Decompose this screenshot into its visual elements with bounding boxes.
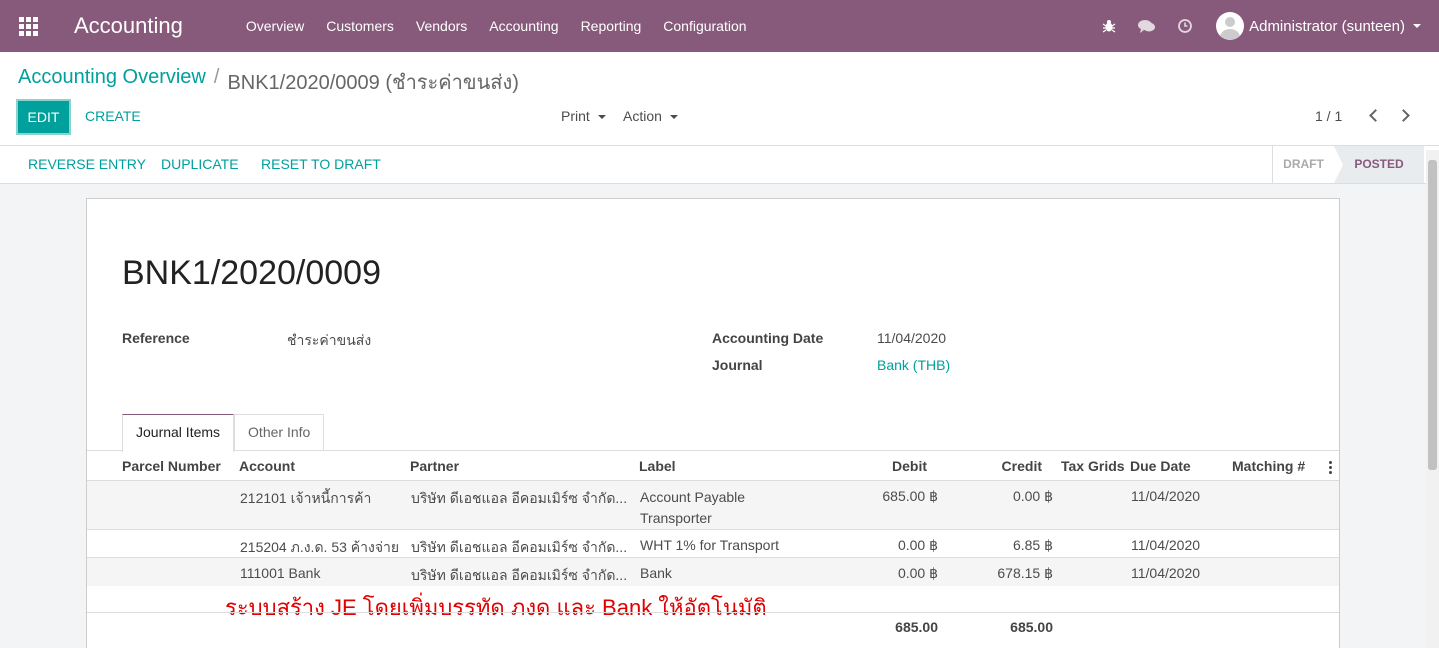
col-parcel-number[interactable]: Parcel Number	[122, 458, 221, 474]
optional-columns-icon[interactable]	[1329, 461, 1333, 476]
col-debit[interactable]: Debit	[867, 458, 927, 474]
form-view: BNK1/2020/0009 Reference ชำระค่าขนส่ง Ac…	[0, 184, 1439, 648]
menu-overview[interactable]: Overview	[235, 0, 315, 52]
col-credit[interactable]: Credit	[982, 458, 1042, 474]
col-partner[interactable]: Partner	[410, 458, 459, 474]
breadcrumb: Accounting Overview / BNK1/2020/0009 (ชำ…	[18, 66, 519, 98]
col-account[interactable]: Account	[239, 458, 295, 474]
app-title: Accounting	[74, 13, 183, 38]
document-title: BNK1/2020/0009	[122, 254, 381, 292]
cell-due-date: 11/04/2020	[1131, 537, 1201, 553]
notebook-tabs: Journal Items Other Info	[122, 414, 325, 452]
action-dropdown[interactable]: Action	[623, 108, 678, 124]
cell-partner: บริษัท ดีเอชแอล อีคอมเมิร์ซ จำกัด...	[411, 539, 628, 555]
cell-label: Account Payable Transporter	[640, 489, 746, 526]
journal-items-header: Parcel Number Account Partner Label Debi…	[87, 451, 1339, 481]
reset-to-draft-button[interactable]: RESET TO DRAFT	[261, 156, 381, 172]
cell-partner: บริษัท ดีเอชแอล อีคอมเมิร์ซ จำกัด...	[411, 567, 628, 583]
accounting-date-field: 11/04/2020	[877, 330, 947, 346]
scrollbar-thumb[interactable]	[1428, 160, 1437, 470]
user-menu[interactable]: Administrator (sunteen)	[1204, 12, 1439, 40]
reverse-entry-button[interactable]: REVERSE ENTRY	[28, 156, 146, 172]
tab-journal-items[interactable]: Journal Items	[122, 414, 235, 452]
reference-label: Reference	[122, 330, 190, 346]
col-due-date[interactable]: Due Date	[1130, 458, 1191, 474]
menu-reporting[interactable]: Reporting	[570, 0, 653, 52]
accounting-date-label: Accounting Date	[712, 330, 824, 346]
bug-icon[interactable]	[1090, 0, 1128, 52]
chat-icon[interactable]	[1128, 0, 1166, 52]
pager-value[interactable]: 1 / 1	[1315, 108, 1342, 124]
user-name: Administrator (sunteen)	[1249, 17, 1405, 35]
cell-credit: 6.85 ฿	[1012, 537, 1053, 553]
cell-due-date: 11/04/2020	[1131, 488, 1201, 504]
journal-link[interactable]: Bank (THB)	[877, 357, 950, 373]
cell-credit: 0.00 ฿	[1012, 488, 1053, 504]
print-label: Print	[561, 108, 590, 124]
breadcrumb-current: BNK1/2020/0009 (ชำระค่าขนส่ง)	[227, 72, 519, 94]
apps-menu-icon[interactable]	[0, 0, 56, 52]
chevron-right-icon	[1397, 109, 1410, 122]
menu-vendors[interactable]: Vendors	[405, 0, 478, 52]
chevron-down-icon	[597, 115, 606, 120]
cell-due-date: 11/04/2020	[1131, 565, 1201, 581]
table-row[interactable]: 111001 Bank บริษัท ดีเอชแอล อีคอมเมิร์ซ …	[87, 558, 1339, 586]
form-sheet: BNK1/2020/0009 Reference ชำระค่าขนส่ง Ac…	[86, 198, 1340, 648]
breadcrumb-parent[interactable]: Accounting Overview	[18, 66, 206, 98]
action-label: Action	[623, 108, 662, 124]
menu-accounting[interactable]: Accounting	[478, 0, 569, 52]
total-credit: 685.00	[1010, 619, 1053, 635]
stage-draft: DRAFT	[1272, 146, 1334, 183]
total-debit: 685.00	[895, 619, 938, 635]
breadcrumb-separator: /	[213, 66, 220, 88]
stage-posted: POSTED	[1334, 146, 1424, 183]
journal-label: Journal	[712, 357, 763, 373]
col-label[interactable]: Label	[639, 458, 676, 474]
chevron-down-icon	[669, 115, 678, 120]
chevron-down-icon	[1413, 24, 1421, 28]
cell-credit: 678.15 ฿	[997, 565, 1053, 581]
totals-row: 685.00 685.00	[87, 612, 1339, 642]
next-record-button[interactable]	[1397, 107, 1410, 123]
cell-debit: 685.00 ฿	[882, 488, 938, 504]
table-row[interactable]: 215204 ภ.ง.ด. 53 ค้างจ่าย บริษัท ดีเอชแอ…	[87, 530, 1339, 558]
cell-account: 212101 เจ้าหนี้การค้า	[240, 490, 372, 506]
activity-clock-icon[interactable]	[1166, 0, 1204, 52]
cell-label: Bank	[640, 565, 672, 581]
vertical-scrollbar[interactable]	[1426, 150, 1439, 648]
duplicate-button[interactable]: DUPLICATE	[161, 156, 239, 172]
table-row[interactable]: 212101 เจ้าหนี้การค้า บริษัท ดีเอชแอล อี…	[87, 481, 1339, 530]
cell-label: WHT 1% for Transport	[640, 537, 780, 553]
cell-account: 111001 Bank	[240, 565, 321, 581]
edit-button[interactable]: EDIT	[16, 99, 71, 135]
top-navbar: Accounting Overview Customers Vendors Ac…	[0, 0, 1439, 52]
cell-partner: บริษัท ดีเอชแอล อีคอมเมิร์ซ จำกัด...	[411, 490, 628, 506]
col-matching[interactable]: Matching #	[1232, 458, 1305, 474]
cell-account: 215204 ภ.ง.ด. 53 ค้างจ่าย	[240, 539, 400, 555]
reference-field: ชำระค่าขนส่ง	[287, 332, 372, 348]
cell-debit: 0.00 ฿	[897, 537, 938, 553]
main-menu: Overview Customers Vendors Accounting Re…	[235, 0, 758, 52]
avatar	[1216, 12, 1245, 40]
cell-debit: 0.00 ฿	[897, 565, 938, 581]
tab-other-info[interactable]: Other Info	[234, 414, 325, 451]
menu-customers[interactable]: Customers	[315, 0, 405, 52]
menu-configuration[interactable]: Configuration	[652, 0, 757, 52]
previous-record-button[interactable]	[1368, 107, 1382, 123]
chevron-left-icon	[1369, 109, 1382, 122]
statusbar: REVERSE ENTRY DUPLICATE RESET TO DRAFT D…	[0, 145, 1439, 184]
create-button[interactable]: CREATE	[85, 108, 141, 124]
col-tax-grids[interactable]: Tax Grids	[1061, 458, 1125, 474]
print-dropdown[interactable]: Print	[561, 108, 606, 124]
